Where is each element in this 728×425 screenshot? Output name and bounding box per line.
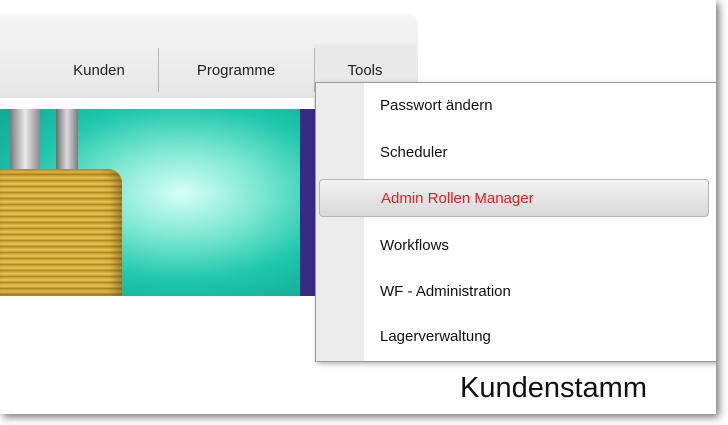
menu-item-lagerverwaltung[interactable]: Lagerverwaltung bbox=[316, 314, 716, 358]
tools-dropdown-menu: Passwort ändern Scheduler Admin Rollen M… bbox=[315, 82, 716, 362]
menu-item-passwort-aendern[interactable]: Passwort ändern bbox=[316, 83, 716, 127]
menu-item-wf-administration[interactable]: WF - Administration bbox=[316, 269, 716, 313]
padlock-shackle bbox=[10, 109, 40, 171]
menu-item-scheduler[interactable]: Scheduler bbox=[316, 130, 716, 174]
nav-item-kunden[interactable]: Kunden bbox=[44, 50, 154, 90]
padlock-icon bbox=[0, 169, 122, 296]
menu-item-label: Workflows bbox=[380, 236, 449, 254]
nav-item-programme[interactable]: Programme bbox=[162, 50, 310, 90]
page-title: Kundenstamm bbox=[460, 372, 647, 404]
menu-item-admin-rollen-manager[interactable]: Admin Rollen Manager bbox=[319, 179, 709, 217]
nav-separator bbox=[158, 48, 159, 92]
menu-item-label: Lagerverwaltung bbox=[380, 327, 491, 345]
menu-item-workflows[interactable]: Workflows bbox=[316, 223, 716, 267]
menu-item-label: Scheduler bbox=[380, 143, 448, 161]
menu-item-label: WF - Administration bbox=[380, 282, 511, 300]
menu-item-label: Passwort ändern bbox=[380, 96, 493, 114]
menu-item-label: Admin Rollen Manager bbox=[381, 189, 534, 207]
app-window: Kunden Programme Tools Kundenstamm Passw… bbox=[0, 0, 716, 414]
padlock-shackle bbox=[56, 109, 78, 171]
